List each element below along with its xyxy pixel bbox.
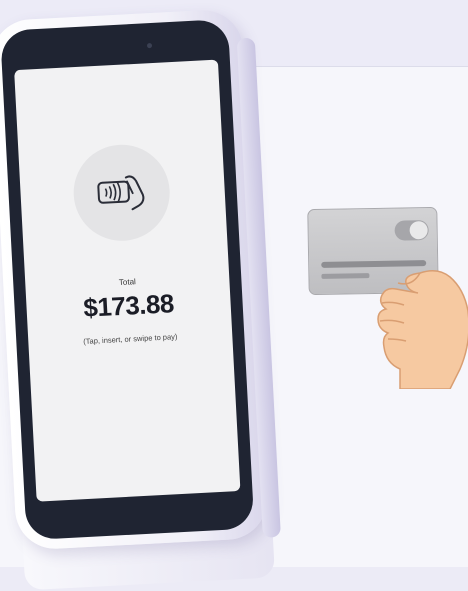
card-in-hand-illustration xyxy=(306,205,468,390)
hand-icon xyxy=(377,270,468,389)
camera-icon xyxy=(146,42,153,49)
terminal-screen[interactable]: Total $173.88 (Tap, insert, or swipe to … xyxy=(14,59,241,502)
total-amount: $173.88 xyxy=(82,288,175,323)
contactless-tap-icon xyxy=(97,175,145,211)
terminal-frame: Total $173.88 (Tap, insert, or swipe to … xyxy=(0,8,281,551)
payment-terminal: Total $173.88 (Tap, insert, or swipe to … xyxy=(0,7,288,591)
card-chip-toggle xyxy=(394,220,429,241)
payment-instruction: (Tap, insert, or swipe to pay) xyxy=(83,332,178,346)
terminal-bezel: Total $173.88 (Tap, insert, or swipe to … xyxy=(0,18,255,541)
tap-target[interactable] xyxy=(71,142,173,244)
